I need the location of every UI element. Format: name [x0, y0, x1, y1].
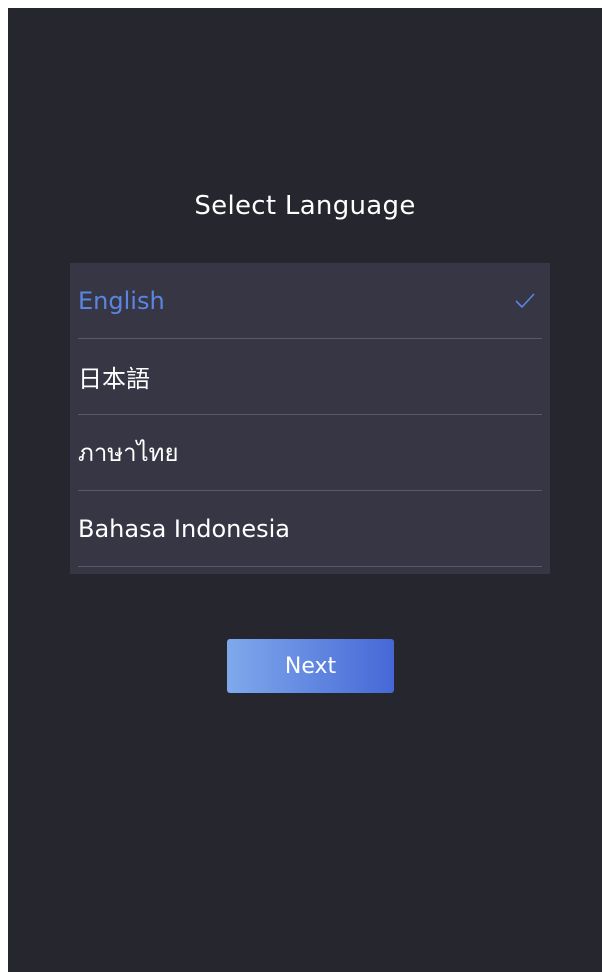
checkmark-icon — [515, 292, 535, 308]
language-label: ภาษาไทย — [78, 439, 179, 467]
page-title: Select Language — [194, 191, 416, 221]
language-option-english[interactable]: English — [78, 263, 542, 339]
language-option-japanese[interactable]: 日本語 — [78, 339, 542, 415]
language-label: English — [78, 286, 165, 315]
language-label: Bahasa Indonesia — [78, 514, 290, 543]
language-setup-screen: Select Language English 日本語 ภาษาไทย Baha… — [8, 8, 602, 972]
language-list: English 日本語 ภาษาไทย Bahasa Indonesia — [70, 263, 550, 574]
language-label: 日本語 — [78, 365, 150, 393]
next-button[interactable]: Next — [227, 639, 394, 693]
language-option-thai[interactable]: ภาษาไทย — [78, 415, 542, 491]
language-option-indonesian[interactable]: Bahasa Indonesia — [78, 491, 542, 567]
